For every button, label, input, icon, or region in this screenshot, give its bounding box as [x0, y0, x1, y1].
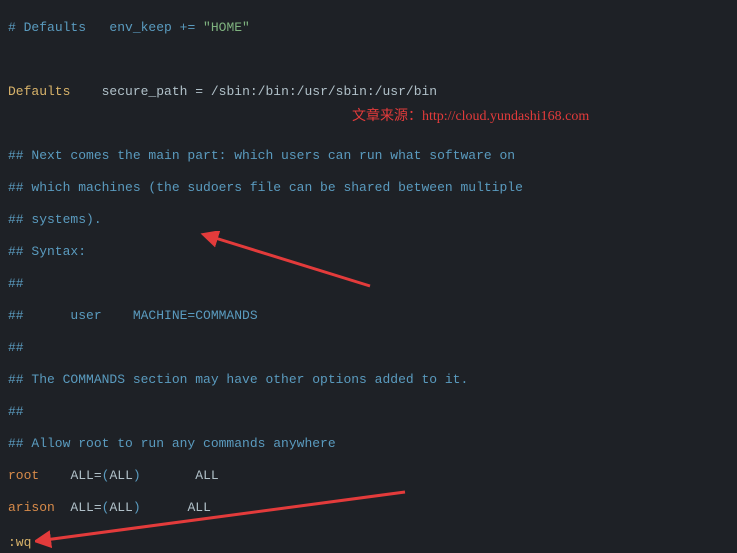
arison-rule-line: arison ALL=(ALL) ALL	[8, 500, 729, 516]
vim-command-line[interactable]: :wq	[8, 535, 31, 551]
code-line	[8, 52, 729, 68]
watermark-text: 文章来源：http://cloud.yundashi168.com	[352, 109, 589, 125]
code-line: ## Next comes the main part: which users…	[8, 148, 729, 164]
comment-text: #	[8, 20, 16, 35]
watermark-url: http://cloud.yundashi168.com	[422, 109, 589, 124]
vim-command-text: :wq	[8, 535, 31, 550]
code-line: ##	[8, 340, 729, 356]
text-editor[interactable]: # Defaults env_keep += "HOME" Defaults s…	[0, 0, 737, 553]
code-line: ##	[8, 404, 729, 420]
code-line: ## systems).	[8, 212, 729, 228]
code-line	[8, 532, 729, 548]
code-line: ## Syntax:	[8, 244, 729, 260]
code-line: ## user MACHINE=COMMANDS	[8, 308, 729, 324]
code-line: ##	[8, 276, 729, 292]
code-line: # Defaults env_keep += "HOME"	[8, 20, 729, 36]
code-line: ## which machines (the sudoers file can …	[8, 180, 729, 196]
watermark-label: 文章来源：	[352, 109, 422, 124]
code-line: Defaults secure_path = /sbin:/bin:/usr/s…	[8, 84, 729, 100]
code-line: ## Allow root to run any commands anywhe…	[8, 436, 729, 452]
root-rule-line: root ALL=(ALL) ALL	[8, 468, 729, 484]
code-line: ## The COMMANDS section may have other o…	[8, 372, 729, 388]
